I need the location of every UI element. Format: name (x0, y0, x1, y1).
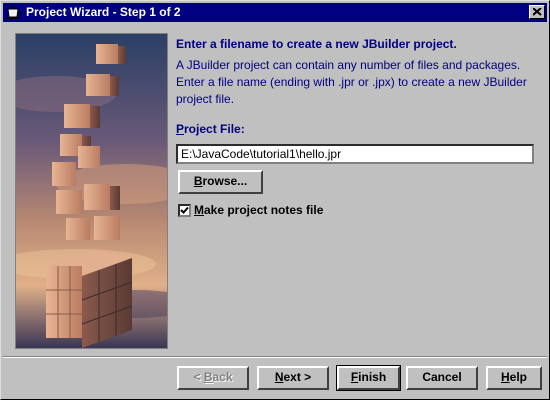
browse-button[interactable]: Browse... (178, 170, 263, 194)
description-line: Enter a file name (ending with .jpr or .… (176, 75, 527, 89)
back-button[interactable]: < Back (177, 366, 249, 390)
title-bar[interactable]: Project Wizard - Step 1 of 2 (3, 3, 547, 22)
wizard-cubes-image (15, 33, 168, 349)
help-button[interactable]: Help (486, 366, 542, 390)
wizard-description: A JBuilder project can contain any numbe… (176, 57, 541, 108)
checkmark-icon (180, 206, 189, 214)
project-file-input[interactable] (176, 144, 534, 164)
project-wizard-dialog: Project Wizard - Step 1 of 2 Enter a fil… (0, 0, 550, 400)
project-notes-checkbox[interactable] (178, 204, 191, 217)
description-line: project file. (176, 92, 235, 106)
close-icon (533, 8, 542, 16)
project-notes-label: Make project notes file (194, 203, 324, 217)
cup-icon (6, 5, 22, 20)
finish-button[interactable]: Finish (336, 365, 401, 391)
button-divider (3, 356, 547, 358)
cancel-button[interactable]: Cancel (406, 366, 478, 390)
next-button[interactable]: Next > (257, 366, 329, 390)
description-line: A JBuilder project can contain any numbe… (176, 58, 521, 72)
project-file-label: Project File: (176, 122, 245, 136)
close-button[interactable] (529, 5, 545, 19)
wizard-heading: Enter a filename to create a new JBuilde… (176, 37, 457, 51)
window-title: Project Wizard - Step 1 of 2 (26, 5, 181, 19)
mnemonic-p: P (176, 122, 185, 136)
